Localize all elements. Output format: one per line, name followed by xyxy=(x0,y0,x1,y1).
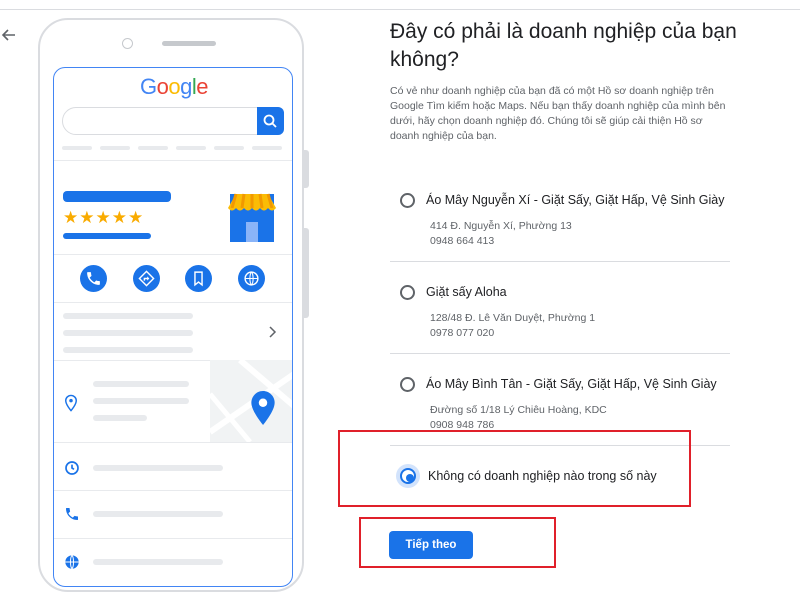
placeholder-bar xyxy=(63,347,193,353)
business-address: Đường số 1/18 Lý Chiêu Hoàng, KDC xyxy=(430,404,607,416)
bookmark-icon xyxy=(194,271,203,287)
placeholder-bar xyxy=(93,415,147,421)
radio-button[interactable] xyxy=(400,377,415,392)
highlight-box xyxy=(359,517,556,568)
divider xyxy=(54,442,292,443)
business-type-bar xyxy=(63,233,151,239)
rating-stars: ★★★★★ xyxy=(63,208,145,227)
placeholder-bar xyxy=(93,398,189,404)
chevron-right-icon xyxy=(269,326,277,338)
location-pin-icon xyxy=(65,394,77,412)
phone-side-button xyxy=(304,150,309,188)
google-logo: Google xyxy=(54,74,292,100)
business-name: Áo Mây Nguyễn Xí - Giặt Sấy, Giặt Hấp, V… xyxy=(426,193,725,207)
phone-icon xyxy=(66,508,78,520)
phone-illustration: Google ★★★★★ xyxy=(38,18,304,592)
placeholder-bar xyxy=(93,465,223,471)
placeholder-bar xyxy=(100,146,130,150)
phone-icon xyxy=(87,272,100,285)
clock-icon xyxy=(65,461,79,475)
business-phone: 0978 077 020 xyxy=(430,327,495,339)
globe-icon xyxy=(65,554,79,570)
divider xyxy=(54,538,292,539)
storefront-icon xyxy=(228,193,276,242)
logo-letter: e xyxy=(196,74,208,99)
website-action-button xyxy=(238,265,265,292)
placeholder-bar xyxy=(93,511,223,517)
placeholder-bar xyxy=(252,146,282,150)
map-pin-icon xyxy=(251,391,275,425)
business-address: 414 Đ. Nguyễn Xí, Phường 13 xyxy=(430,220,572,232)
placeholder-bar xyxy=(214,146,244,150)
business-option[interactable]: Giặt sấy Aloha 128/48 Đ. Lê Văn Duyệt, P… xyxy=(390,282,730,344)
divider xyxy=(390,353,730,354)
business-name: Giặt sấy Aloha xyxy=(426,285,507,299)
highlight-box xyxy=(338,430,691,507)
mini-map xyxy=(210,360,292,442)
business-phone: 0948 664 413 xyxy=(430,235,495,247)
logo-letter: o xyxy=(168,74,181,99)
arrow-back-icon[interactable] xyxy=(0,26,18,44)
mock-search-bar xyxy=(62,107,284,135)
business-option[interactable]: Áo Mây Nguyễn Xí - Giặt Sấy, Giặt Hấp, V… xyxy=(390,190,730,252)
placeholder-bar xyxy=(63,330,193,336)
placeholder-bar xyxy=(138,146,168,150)
placeholder-bar xyxy=(93,559,223,565)
placeholder-bar xyxy=(93,381,189,387)
save-action-button xyxy=(185,265,212,292)
logo-letter: g xyxy=(180,74,192,99)
top-border xyxy=(0,0,800,10)
phone-screen: Google ★★★★★ xyxy=(53,67,293,587)
mock-search-button xyxy=(257,107,284,135)
divider xyxy=(390,261,730,262)
logo-letter: G xyxy=(139,74,157,99)
page-title: Đây có phải là doanh nghiệp của bạn khôn… xyxy=(390,20,737,71)
search-icon xyxy=(263,114,277,128)
radio-button[interactable] xyxy=(400,285,415,300)
logo-letter: o xyxy=(156,74,169,99)
divider xyxy=(54,490,292,491)
divider xyxy=(54,254,292,255)
call-action-button xyxy=(80,265,107,292)
business-address: 128/48 Đ. Lê Văn Duyệt, Phường 1 xyxy=(430,312,596,324)
directions-icon xyxy=(138,270,155,287)
phone-side-button xyxy=(304,228,309,318)
page-description: Có vẻ như doanh nghiệp của bạn đã có một… xyxy=(390,85,726,142)
placeholder-bar xyxy=(176,146,206,150)
placeholder-bar xyxy=(62,146,92,150)
business-name: Áo Mây Bình Tân - Giặt Sấy, Giặt Hấp, Vệ… xyxy=(426,377,717,391)
divider xyxy=(54,160,292,161)
radio-button[interactable] xyxy=(400,193,415,208)
phone-camera xyxy=(122,38,133,49)
phone-speaker xyxy=(162,41,216,46)
business-option[interactable]: Áo Mây Bình Tân - Giặt Sấy, Giặt Hấp, Vệ… xyxy=(390,374,730,432)
placeholder-bar xyxy=(63,313,193,319)
directions-action-button xyxy=(133,265,160,292)
website-icon xyxy=(244,271,259,286)
business-name-bar xyxy=(63,191,171,202)
divider xyxy=(54,302,292,303)
